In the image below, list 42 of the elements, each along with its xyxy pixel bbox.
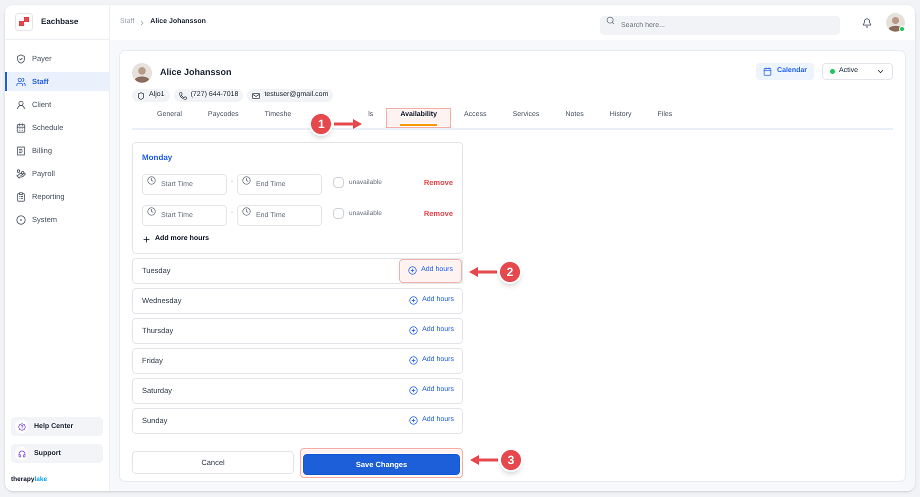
day-title: Monday — [142, 152, 174, 164]
plus-circle-icon — [409, 296, 418, 305]
phone-icon — [178, 92, 187, 100]
avatar-icon — [132, 63, 152, 83]
clock-icon — [147, 207, 156, 216]
coins-icon — [16, 168, 26, 178]
step-badge: 2 — [498, 260, 522, 284]
plus-circle-icon — [409, 386, 418, 395]
search-icon — [606, 16, 615, 24]
step-badge: 1 — [309, 112, 334, 136]
step-badge: 3 — [499, 448, 523, 472]
checkbox[interactable] — [333, 177, 344, 188]
brand-name: Eachbase — [41, 16, 78, 28]
staff-name: Alice Johansson — [160, 66, 232, 80]
checkbox[interactable] — [333, 208, 344, 219]
receipt-icon — [16, 146, 26, 156]
plus-circle-icon — [409, 326, 418, 335]
clock-icon — [242, 207, 251, 216]
clock-icon — [147, 176, 156, 185]
mail-icon — [252, 92, 260, 100]
plus-circle-icon — [409, 416, 418, 425]
callout-arrow — [470, 454, 498, 464]
calendar-icon — [16, 122, 26, 132]
person-icon — [16, 100, 26, 110]
callout-arrow — [469, 266, 497, 276]
shield-icon — [137, 92, 145, 100]
callout-arrow — [334, 119, 362, 129]
plus-circle-icon — [408, 266, 418, 275]
bell-icon[interactable] — [862, 18, 872, 28]
calendar-icon — [763, 67, 772, 76]
clock-icon — [242, 176, 251, 185]
plus-circle-icon — [409, 356, 418, 365]
settings-icon — [16, 214, 26, 224]
chevron-icon — [876, 67, 885, 76]
headset-icon — [18, 450, 26, 458]
plus-icon — [142, 234, 151, 244]
help-icon — [18, 422, 26, 431]
people-icon — [16, 76, 26, 86]
shield-icon — [16, 54, 26, 64]
avatar-icon — [886, 13, 905, 32]
clipboard-icon — [16, 192, 26, 202]
logo-icon — [15, 13, 33, 31]
